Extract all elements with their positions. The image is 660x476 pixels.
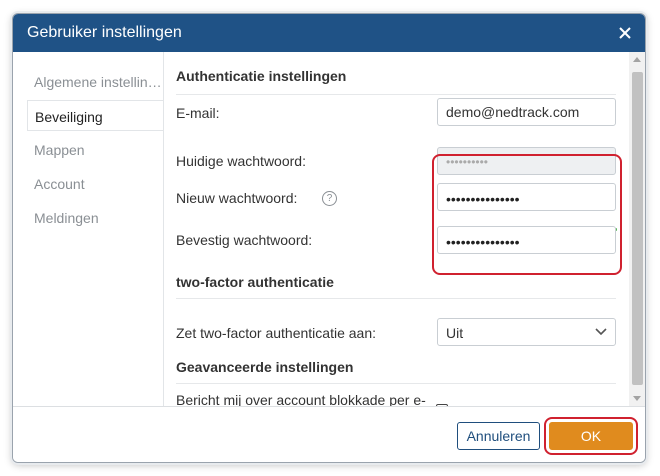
email-label: E-mail: [176,105,220,121]
authentication-section-title: Authenticatie instellingen [176,68,347,84]
scroll-thumb[interactable] [632,72,643,385]
new-password-label: Nieuw wachtwoord: [176,190,298,206]
help-icon[interactable]: ? [322,191,337,206]
section-divider [176,298,616,299]
confirm-password-label: Bevestig wachtwoord: [176,232,313,248]
two-factor-select[interactable]: Uit [437,318,616,346]
content-scrollbar[interactable] [629,52,645,406]
two-factor-enable-label: Zet two-factor authenticatie aan: [176,325,376,341]
sidebar-item-notifications[interactable]: Meldingen [27,202,163,233]
new-password-field[interactable]: ••••••••••••••• [437,183,616,211]
two-factor-selected-value: Uit [446,325,464,341]
settings-content: Authenticatie instellingen E-mail: Huidi… [163,52,629,406]
dialog-title: Gebruiker instellingen [27,24,182,41]
dialog-titlebar: Gebruiker instellingen [13,14,645,52]
sidebar-item-account[interactable]: Account [27,168,163,199]
current-password-label: Huidige wachtwoord: [176,153,306,169]
email-field[interactable] [437,98,616,126]
sidebar-item-folders[interactable]: Mappen [27,134,163,165]
close-icon[interactable] [615,23,635,43]
settings-sidebar: Algemene instellingen Beveiliging Mappen… [13,52,163,406]
two-factor-section-title: two-factor authenticatie [176,274,334,290]
cancel-button[interactable]: Annuleren [457,422,540,450]
dialog-footer: Annuleren OK [13,406,645,462]
section-divider [176,383,616,384]
advanced-section-title: Geavanceerde instellingen [176,359,354,375]
sidebar-item-security[interactable]: Beveiliging [27,100,163,131]
sidebar-item-general[interactable]: Algemene instellingen [27,66,163,97]
chevron-down-icon [595,328,607,336]
scroll-up-icon[interactable] [633,57,641,62]
user-settings-dialog: Gebruiker instellingen Algemene instelli… [12,13,646,463]
section-divider [176,94,616,95]
lock-notify-label-line1: Bericht mij over account blokkade per e- [176,392,426,406]
current-password-field[interactable]: •••••••••• [437,147,616,175]
ok-button[interactable]: OK [549,422,633,450]
confirm-password-field[interactable]: ••••••••••••••• [437,226,616,254]
scroll-down-icon[interactable] [633,396,641,401]
